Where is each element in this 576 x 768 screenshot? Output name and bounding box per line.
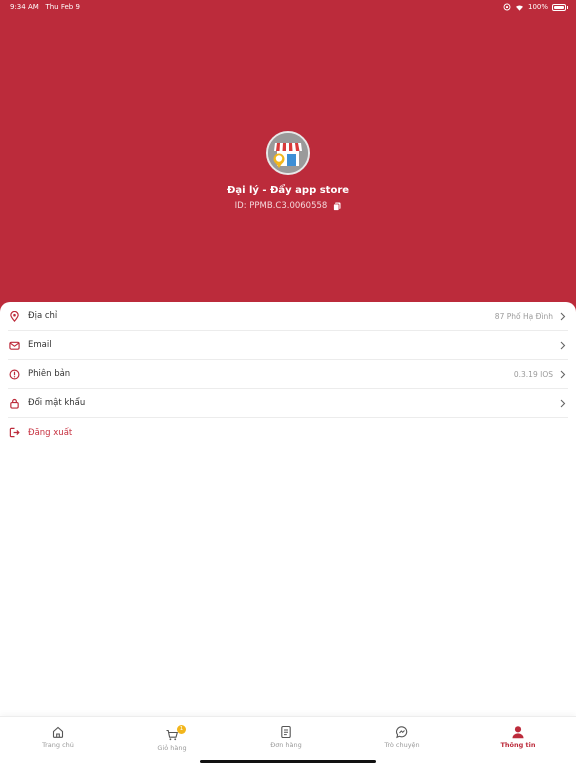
tab-label-cart: Giỏ hàng: [157, 744, 187, 752]
store-id: ID: PPMB.C3.0060558: [234, 201, 328, 211]
menu-label-change-password: Đổi mật khẩu: [28, 398, 86, 408]
settings-card: Địa chỉ 87 Phố Hạ Đình Email Phiên bản 0…: [0, 302, 576, 722]
chevron-right-icon: [560, 399, 566, 407]
info-icon: [9, 369, 20, 379]
cart-badge: 1: [177, 725, 186, 734]
tab-label-home: Trang chủ: [42, 741, 74, 749]
copy-icon[interactable]: [333, 202, 341, 211]
orientation-lock-icon: [503, 3, 511, 11]
battery-percent: 100%: [527, 3, 548, 11]
menu-item-version[interactable]: Phiên bản 0.3.19 IOS: [8, 360, 568, 389]
home-icon: [52, 726, 64, 738]
chevron-right-icon: [560, 341, 566, 349]
user-icon: [512, 726, 524, 739]
tab-home[interactable]: Trang chủ: [18, 725, 98, 749]
tab-label-chat: Trò chuyện: [384, 741, 420, 749]
tab-label-orders: Đơn hàng: [270, 741, 302, 749]
menu-label-version: Phiên bản: [28, 369, 71, 379]
menu-value-address: 87 Phố Hạ Đình: [494, 311, 553, 321]
status-time: 9:34 AM Thu Feb 9: [10, 3, 80, 11]
chevron-right-icon: [560, 312, 566, 320]
tab-cart[interactable]: 1 Giỏ hàng: [132, 725, 212, 752]
tab-label-profile: Thông tin: [500, 741, 536, 749]
status-time-text: 9:34 AM: [10, 3, 39, 11]
menu-label-logout: Đăng xuất: [28, 427, 73, 438]
tab-chat[interactable]: Trò chuyện: [362, 725, 442, 749]
status-indicators: 100%: [503, 3, 568, 11]
battery-icon: [552, 3, 568, 11]
profile-header: 9:34 AM Thu Feb 9 100% Đại lý - Đẩy app …: [0, 0, 576, 318]
mail-icon: [9, 341, 20, 350]
lock-icon: [10, 398, 19, 409]
menu-label-email: Email: [28, 340, 52, 350]
chat-icon: [396, 726, 408, 739]
status-bar: 9:34 AM Thu Feb 9 100%: [0, 0, 576, 14]
menu-item-address[interactable]: Địa chỉ 87 Phố Hạ Đình: [8, 302, 568, 331]
logout-icon: [9, 427, 20, 438]
storefront-icon: [268, 133, 308, 173]
menu-value-version: 0.3.19 IOS: [513, 369, 553, 379]
location-pin-icon: [10, 310, 19, 322]
orders-icon: [281, 725, 291, 739]
tab-profile[interactable]: Thông tin: [478, 725, 558, 749]
store-id-row: ID: PPMB.C3.0060558: [0, 201, 576, 211]
store-logo: [266, 131, 310, 175]
home-indicator: [200, 760, 376, 763]
menu-item-change-password[interactable]: Đổi mật khẩu: [8, 389, 568, 418]
tab-orders[interactable]: Đơn hàng: [246, 725, 326, 749]
status-date-text: Thu Feb 9: [45, 3, 80, 11]
store-name: Đại lý - Đẩy app store: [226, 185, 350, 196]
menu-label-address: Địa chỉ: [28, 311, 58, 321]
menu-item-logout[interactable]: Đăng xuất: [8, 418, 568, 447]
menu-item-email[interactable]: Email: [8, 331, 568, 360]
chevron-right-icon: [560, 370, 566, 378]
wifi-icon: [515, 4, 523, 11]
